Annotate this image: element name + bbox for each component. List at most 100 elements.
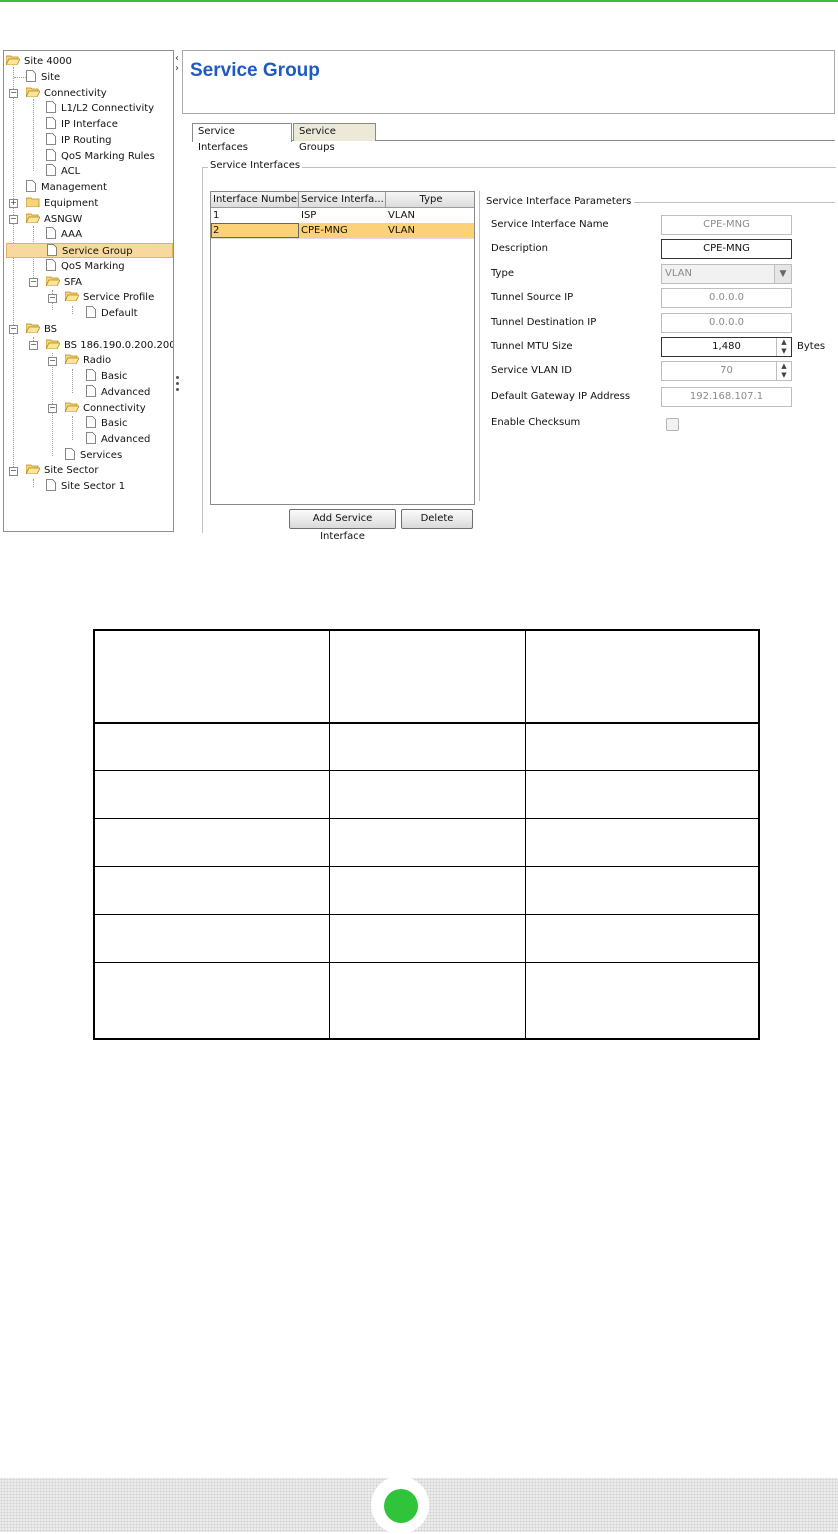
panel-separator: [479, 191, 480, 501]
field-label: Type: [491, 268, 514, 279]
tree-item-management[interactable]: Management: [26, 180, 107, 195]
tab-service-groups[interactable]: Service Groups: [293, 123, 376, 153]
field-label: Tunnel Destination IP: [491, 317, 597, 328]
tree-item-sfa[interactable]: SFA: [46, 275, 82, 290]
spinner-arrows-icon[interactable]: ▲ ▼: [776, 362, 791, 380]
tree-item-label: Advanced: [101, 387, 151, 398]
type-select[interactable]: VLAN ▼: [661, 264, 792, 284]
table-cell: [525, 770, 759, 819]
table-cell: [94, 962, 330, 1039]
tree-item-label: QoS Marking Rules: [61, 151, 155, 162]
main-panel: Service Group Service Interfaces Service…: [182, 50, 836, 542]
default-gateway-ip-field[interactable]: 192.168.107.1: [661, 387, 792, 407]
tree-item-site[interactable]: Site: [26, 70, 60, 85]
folder-open-icon: [26, 464, 40, 474]
tree-item-label: Connectivity: [83, 403, 146, 414]
tree-item-label: Default: [101, 308, 138, 319]
field-label: Tunnel Source IP: [491, 292, 574, 303]
tunnel-mtu-size-stepper[interactable]: 1,480 ▲ ▼: [661, 337, 792, 357]
tree-item-radio-basic[interactable]: Basic: [86, 369, 127, 384]
tunnel-source-ip-field[interactable]: 0.0.0.0: [661, 288, 792, 308]
tree-item-radio-advanced[interactable]: Advanced: [86, 385, 150, 400]
tree-item-acl[interactable]: ACL: [46, 164, 80, 179]
column-header[interactable]: Type: [386, 192, 474, 207]
expand-right-icon[interactable]: ›: [175, 63, 179, 74]
page-icon: [47, 244, 57, 256]
tree-item-ip-interface[interactable]: IP Interface: [46, 117, 118, 132]
tree-item-label: SFA: [64, 277, 83, 288]
interface-name-cell: CPE-MNG: [301, 225, 348, 236]
tree-item-site-4000[interactable]: Site 4000: [6, 54, 72, 69]
service-interface-name-field[interactable]: CPE-MNG: [661, 215, 792, 235]
chevron-down-icon[interactable]: ▼: [774, 265, 791, 283]
delete-button[interactable]: Delete: [401, 509, 473, 529]
tree-item-service-profile[interactable]: Service Profile: [65, 290, 154, 305]
tree-item-label: BS: [44, 324, 58, 335]
collapse-icon[interactable]: −: [48, 357, 57, 366]
table-cell: [525, 630, 759, 724]
collapse-icon[interactable]: −: [9, 467, 18, 476]
collapse-icon[interactable]: −: [9, 215, 18, 224]
table-cell: [329, 962, 526, 1039]
column-header[interactable]: Interface Number: [211, 192, 299, 207]
panel-splitter[interactable]: ‹ ›: [174, 50, 182, 532]
collapse-icon[interactable]: −: [48, 294, 57, 303]
tree-item-l1l2-connectivity[interactable]: L1/L2 Connectivity: [46, 101, 154, 116]
page-icon: [26, 180, 36, 192]
tree-line: [72, 306, 73, 314]
column-header[interactable]: Service Interfa...: [299, 192, 386, 207]
tree-item-label: QoS Marking: [61, 261, 125, 272]
page-icon: [86, 385, 96, 397]
tunnel-destination-ip-field[interactable]: 0.0.0.0: [661, 313, 792, 333]
tree-item-qos-marking-rules[interactable]: QoS Marking Rules: [46, 149, 155, 164]
tree-item-bs-address[interactable]: BS 186.190.0.200.200.: [46, 338, 173, 353]
folder-open-icon: [6, 55, 20, 65]
tree-item-label: Services: [80, 450, 123, 461]
collapse-icon[interactable]: −: [48, 404, 57, 413]
collapse-icon[interactable]: −: [9, 325, 18, 334]
field-label: Service Interface Name: [491, 219, 609, 230]
tree-item-site-sector-1[interactable]: Site Sector 1: [46, 479, 125, 494]
collapse-icon[interactable]: −: [29, 278, 38, 287]
table-row[interactable]: 2 CPE-MNG VLAN: [211, 223, 474, 239]
tree-item-label: Management: [41, 182, 107, 193]
tree-item-site-sector[interactable]: Site Sector: [26, 463, 99, 478]
table-cell: [329, 722, 526, 771]
page-icon: [86, 369, 96, 381]
add-service-interface-button[interactable]: Add Service Interface: [289, 509, 396, 542]
tree-item-label: ACL: [61, 166, 81, 177]
tree-item-bs[interactable]: BS: [26, 322, 57, 337]
tab-service-interfaces[interactable]: Service Interfaces: [192, 123, 292, 153]
page-icon: [46, 117, 56, 129]
drag-handle-icon[interactable]: [176, 376, 179, 394]
field-label: Service VLAN ID: [491, 365, 572, 376]
tree-item-default[interactable]: Default: [86, 306, 138, 321]
spinner-arrows-icon[interactable]: ▲ ▼: [776, 338, 791, 356]
page-icon: [46, 227, 56, 239]
tree-item-connectivity-advanced[interactable]: Advanced: [86, 432, 150, 447]
tree-item-connectivity-basic[interactable]: Basic: [86, 416, 127, 431]
enable-checksum-checkbox[interactable]: [666, 418, 679, 431]
tree-item-ip-routing[interactable]: IP Routing: [46, 133, 112, 148]
collapse-icon[interactable]: −: [29, 341, 38, 350]
folder-open-icon: [46, 276, 60, 286]
service-vlan-id-stepper[interactable]: 70 ▲ ▼: [661, 361, 792, 381]
tree-item-connectivity[interactable]: Connectivity: [26, 86, 107, 101]
tree-item-qos-marking[interactable]: QoS Marking: [46, 259, 125, 274]
table-row[interactable]: 1 ISP VLAN: [211, 208, 474, 224]
tree-item-label: L1/L2 Connectivity: [61, 103, 155, 114]
tree-item-aaa[interactable]: AAA: [46, 227, 82, 242]
page-icon: [46, 101, 56, 113]
collapse-icon[interactable]: −: [9, 89, 18, 98]
footer-badge: [371, 1476, 429, 1534]
tree-item-services[interactable]: Services: [65, 448, 122, 463]
table-cell: [525, 866, 759, 915]
tree-item-asngw[interactable]: ASNGW: [26, 212, 82, 227]
tree-item-service-group[interactable]: Service Group: [6, 243, 173, 258]
tree-item-radio[interactable]: Radio: [65, 353, 111, 368]
expand-icon[interactable]: +: [9, 199, 18, 208]
tree-item-bs-connectivity[interactable]: Connectivity: [65, 401, 146, 416]
tree-item-equipment[interactable]: Equipment: [26, 196, 98, 211]
description-field[interactable]: CPE-MNG: [661, 239, 792, 259]
top-accent-line: [0, 0, 838, 2]
